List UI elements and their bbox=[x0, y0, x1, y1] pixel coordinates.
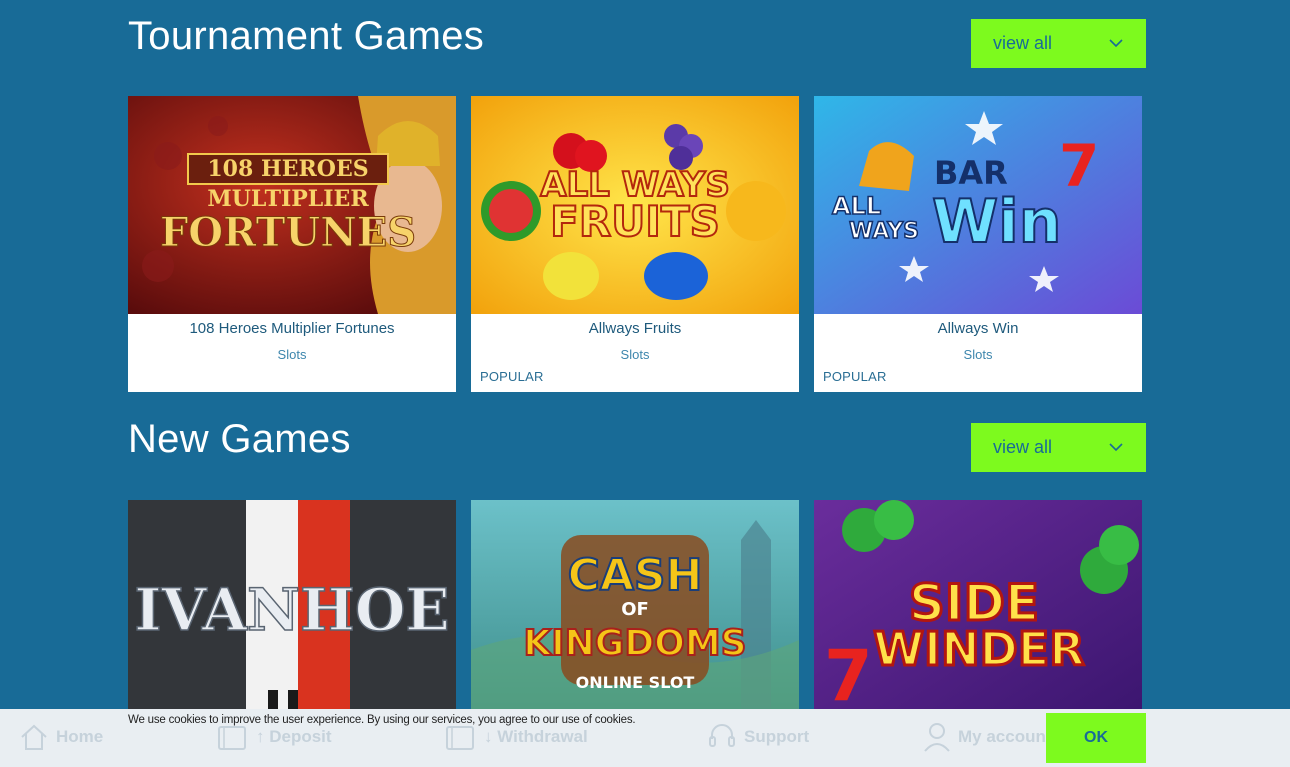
game-name: Allways Fruits bbox=[588, 320, 682, 337]
view-all-label: view all bbox=[993, 33, 1053, 53]
bottom-nav-bar: Home ↑ Deposit ↓ Withdrawal Support My a… bbox=[0, 709, 1290, 767]
popular-badge: POPULAR bbox=[823, 369, 887, 384]
nav-withdrawal-label: ↓ Withdrawal bbox=[484, 727, 588, 746]
nav-home[interactable]: Home bbox=[18, 721, 103, 753]
game-category: Slots bbox=[277, 347, 307, 362]
svg-text:7: 7 bbox=[824, 635, 873, 709]
user-icon bbox=[924, 723, 950, 752]
chevron-down-icon bbox=[1109, 443, 1123, 452]
game-name: Allways Win bbox=[937, 320, 1019, 337]
nav-my-account-label: My accoun bbox=[958, 727, 1046, 746]
nav-support[interactable]: Support bbox=[706, 721, 809, 753]
game-thumbnail: 108 HEROES MULTIPLIER FORTUNES bbox=[128, 96, 456, 314]
nav-my-account[interactable]: My accoun bbox=[922, 721, 1046, 753]
game-thumbnail: 7 SIDE WINDER bbox=[814, 500, 1142, 709]
tournament-view-all-button[interactable]: view all bbox=[971, 19, 1146, 68]
art-title-line-2: FRUITS bbox=[550, 197, 720, 246]
game-card-cash-of-kingdoms[interactable]: CASH OF KINGDOMS ONLINE SLOT bbox=[471, 500, 799, 709]
game-card-allways-win[interactable]: 7 BAR ALL WAYS Win Allways Win Slots POP… bbox=[814, 96, 1142, 392]
art-title-line-3: KINGDOMS bbox=[523, 623, 746, 664]
nav-home-label: Home bbox=[56, 727, 104, 746]
game-card-ivanhoe[interactable]: IVANHOE bbox=[128, 500, 456, 709]
game-thumbnail: 7 BAR ALL WAYS Win bbox=[814, 96, 1142, 314]
art-title-line-2: WINDER bbox=[873, 622, 1084, 676]
new-games-view-all-button[interactable]: view all bbox=[971, 423, 1146, 472]
art-title-line-2: ALL bbox=[832, 192, 881, 220]
game-card-side-winder[interactable]: 7 SIDE WINDER bbox=[814, 500, 1142, 709]
art-title-line-1: CASH bbox=[568, 550, 703, 601]
art-title-line-1: IVANHOE bbox=[134, 576, 449, 644]
game-thumbnail: CASH OF KINGDOMS ONLINE SLOT bbox=[471, 500, 799, 709]
new-games-title: New Games bbox=[128, 417, 351, 461]
art-title-line-4: Win bbox=[932, 187, 1061, 257]
game-thumbnail: IVANHOE bbox=[128, 500, 456, 709]
nav-deposit-label: ↑ Deposit bbox=[256, 727, 332, 746]
art-title-line-3: FORTUNES bbox=[160, 209, 416, 256]
game-name: 108 Heroes Multiplier Fortunes bbox=[189, 320, 395, 337]
art-title-line-1: 108 HEROES bbox=[207, 156, 368, 182]
popular-badge: POPULAR bbox=[480, 369, 544, 384]
game-thumbnail: ALL WAYS FRUITS bbox=[471, 96, 799, 314]
game-card-allways-fruits[interactable]: ALL WAYS FRUITS Allways Fruits Slots POP… bbox=[471, 96, 799, 392]
game-category: Slots bbox=[620, 347, 650, 362]
cookie-notice-text: We use cookies to improve the user exper… bbox=[128, 714, 636, 726]
art-title-line-3: WAYS bbox=[849, 219, 919, 244]
art-title-line-4: ONLINE SLOT bbox=[576, 673, 695, 692]
game-card-108-heroes[interactable]: 108 HEROES MULTIPLIER FORTUNES 108 Heroe… bbox=[128, 96, 456, 392]
art-title-line-2: OF bbox=[621, 599, 649, 620]
view-all-label: view all bbox=[993, 437, 1053, 457]
game-category: Slots bbox=[963, 347, 993, 362]
cookie-ok-button[interactable]: OK bbox=[1046, 713, 1146, 763]
nav-support-label: Support bbox=[744, 727, 810, 746]
home-icon bbox=[21, 724, 47, 750]
chevron-down-icon bbox=[1109, 39, 1123, 48]
svg-text:7: 7 bbox=[1059, 132, 1099, 200]
headset-icon bbox=[709, 724, 735, 747]
tournament-games-title: Tournament Games bbox=[128, 14, 485, 58]
